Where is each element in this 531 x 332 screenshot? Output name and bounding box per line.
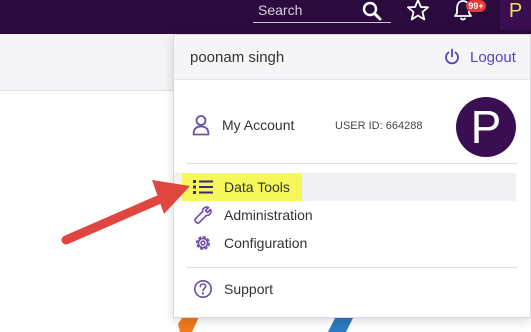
menu-item-administration[interactable]: Administration xyxy=(174,201,516,229)
user-name: poonam singh xyxy=(190,49,285,66)
menu-item-label: Administration xyxy=(224,207,313,223)
menu-item-configuration[interactable]: Configuration xyxy=(174,229,516,257)
menu-item-support[interactable]: Support xyxy=(174,275,516,303)
power-icon xyxy=(445,48,459,65)
divider xyxy=(186,267,518,268)
list-icon xyxy=(192,176,214,198)
divider xyxy=(186,163,518,164)
gear-icon xyxy=(192,232,214,254)
logout-button[interactable]: Logout xyxy=(444,45,516,69)
search-box xyxy=(253,0,391,23)
star-icon[interactable] xyxy=(406,0,430,22)
search-icon[interactable] xyxy=(361,1,383,21)
dropdown-header: poonam singh Logout xyxy=(174,35,530,80)
user-avatar-button[interactable]: P xyxy=(500,0,531,30)
search-input[interactable] xyxy=(258,1,358,19)
user-menu-dropdown: poonam singh Logout My Account USER ID: … xyxy=(173,34,531,318)
my-account-label: My Account xyxy=(222,117,295,133)
top-nav-bar: 99+ P xyxy=(0,0,531,34)
user-id: USER ID: 664288 xyxy=(335,120,423,132)
my-account-link[interactable]: My Account xyxy=(192,113,294,137)
help-icon xyxy=(192,278,214,300)
user-avatar: P xyxy=(456,97,516,157)
notification-badge: 99+ xyxy=(466,0,486,12)
menu-item-data-tools[interactable]: Data Tools xyxy=(174,173,516,201)
menu-item-label: Support xyxy=(224,281,274,297)
logout-label: Logout xyxy=(470,48,516,66)
menu-item-label: Configuration xyxy=(224,235,308,251)
user-icon xyxy=(192,115,210,136)
wrench-icon xyxy=(192,204,214,226)
menu-item-label: Data Tools xyxy=(224,179,290,195)
